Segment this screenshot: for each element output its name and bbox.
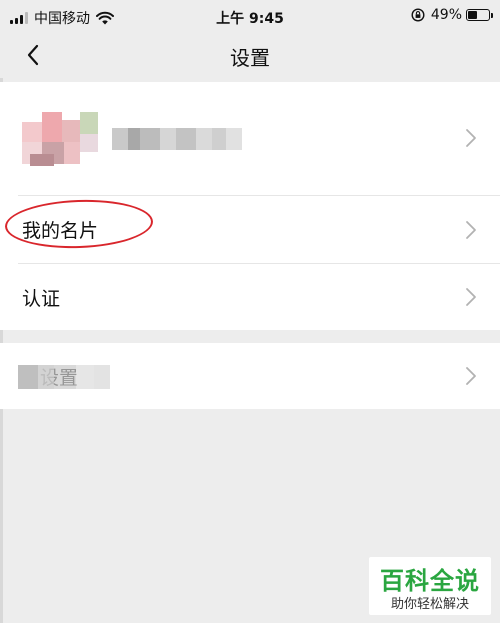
watermark-title: 百科全说 xyxy=(380,567,480,595)
chevron-right-icon xyxy=(466,367,476,385)
certification-row[interactable]: 认证 xyxy=(0,264,500,330)
chevron-right-icon xyxy=(466,129,476,147)
status-bar: 中国移动 上午 9:45 49% xyxy=(0,0,500,32)
watermark-subtitle: 助你轻松解决 xyxy=(390,597,469,612)
rotation-lock-icon xyxy=(411,8,425,22)
settings-section-privacy: 设置 xyxy=(0,343,500,409)
status-right: 49% xyxy=(411,7,493,23)
avatar xyxy=(22,112,98,174)
chevron-right-icon xyxy=(466,288,476,306)
watermark: 百科全说 助你轻松解决 xyxy=(369,557,491,615)
navigation-bar: 设置 xyxy=(0,32,500,78)
battery-percent: 49% xyxy=(430,7,462,23)
privacy-label-blurred xyxy=(18,365,110,389)
chevron-right-icon xyxy=(466,221,476,239)
privacy-settings-row[interactable]: 设置 xyxy=(0,343,500,409)
page-title: 设置 xyxy=(230,46,270,70)
profile-row[interactable] xyxy=(0,82,500,196)
certification-label: 认证 xyxy=(22,288,61,310)
battery-icon xyxy=(466,9,493,21)
battery-fill xyxy=(468,11,478,19)
profile-name-blurred xyxy=(112,128,242,150)
